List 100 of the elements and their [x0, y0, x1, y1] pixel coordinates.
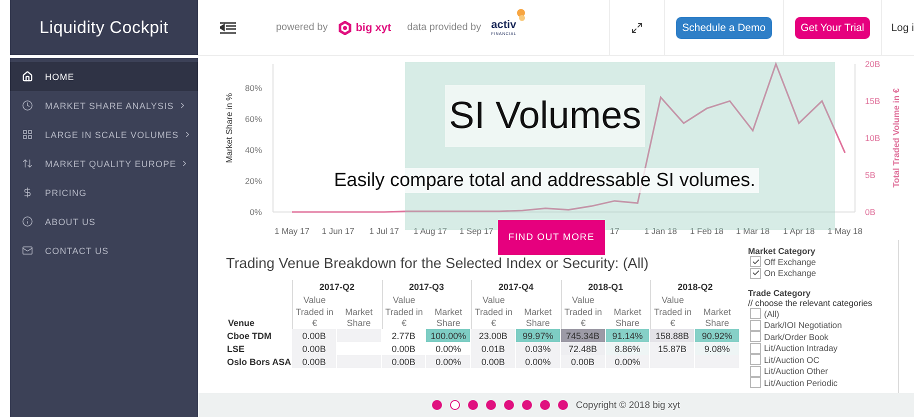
column-header: 2018-Q2: [650, 280, 739, 296]
find-out-more-button[interactable]: FIND OUT MORE: [498, 220, 605, 255]
table-cell: 0.00B: [292, 355, 336, 368]
axis-tick-label: 15B: [865, 96, 880, 106]
axis-title: Market Share in %: [224, 93, 234, 163]
carousel-dot[interactable]: [432, 400, 442, 410]
data-provider-label: data provided by: [407, 22, 482, 33]
axis-tick-label: 1 Apr 18: [783, 226, 815, 236]
axis-tick-label: 60%: [244, 114, 262, 124]
checkbox[interactable]: [750, 320, 761, 331]
column-header: Market Share: [344, 306, 374, 329]
header-button[interactable]: Get Your Trial: [794, 16, 870, 38]
checkbox-label: Lit/Auction Intraday: [764, 343, 838, 354]
sidebar-item[interactable]: LARGE IN SCALE VOLUMES: [10, 120, 198, 149]
table-cell: 0.00B: [560, 355, 605, 368]
checkbox[interactable]: [750, 366, 761, 377]
axis-tick-label: 1 Sep 17: [459, 226, 494, 236]
table-cell: 8.86%: [606, 342, 650, 355]
checkbox[interactable]: [750, 331, 761, 342]
table-cell: 158.88B: [650, 329, 694, 342]
powered-by-label: powered by: [276, 22, 328, 33]
axis-tick-label: 1 Jan 18: [644, 226, 677, 236]
checkbox-label: Lit/Auction Other: [764, 366, 828, 376]
copyright-text: Copyright © 2018 big xyt: [576, 400, 680, 410]
checkbox[interactable]: [750, 354, 761, 366]
checkbox[interactable]: [750, 268, 761, 279]
row-header: LSE: [227, 342, 246, 355]
checkbox[interactable]: [750, 377, 761, 388]
carousel-dot[interactable]: [486, 400, 496, 410]
slide-title: SI Volumes: [445, 85, 646, 147]
provider-logo-icon: [515, 9, 528, 21]
checkbox-label: Lit/Auction OC: [764, 354, 820, 365]
table-cell: 0.00%: [516, 355, 560, 368]
axis-tick-label: 1 Mar 18: [736, 226, 770, 236]
checkbox[interactable]: [750, 308, 761, 320]
axis-tick-label: 1 May 17: [274, 226, 310, 236]
sidebar-item[interactable]: PRICING: [10, 178, 198, 207]
column-header: 2017-Q2: [292, 280, 381, 296]
sidebar-item[interactable]: ABOUT US: [10, 207, 198, 236]
login-link[interactable]: Log i: [891, 22, 914, 34]
axis-tick-label: 80%: [244, 83, 262, 93]
table-cell: 0.00%: [426, 355, 470, 368]
table-cell: 745.34B: [560, 329, 605, 342]
axis-tick-label: 0B: [865, 207, 876, 217]
table-cell: 100.00%: [426, 329, 470, 342]
checkbox[interactable]: [750, 256, 761, 268]
checkbox-label: Dark/IOI Negotiation: [764, 320, 842, 330]
column-header: 2018-Q1: [560, 280, 650, 296]
axis-tick-label: 10B: [865, 133, 880, 143]
column-header: Venue: [227, 316, 256, 329]
column-header: 2017-Q4: [471, 280, 560, 296]
table-cell: 0.03%: [516, 342, 560, 355]
carousel-dot[interactable]: [558, 400, 568, 410]
info-icon: [22, 216, 33, 227]
carousel-dot[interactable]: [450, 400, 460, 410]
axis-tick-label: 1 Aug 17: [413, 226, 448, 236]
clock-icon: [22, 100, 33, 111]
sidebar-item[interactable]: MARKET SHARE ANALYSIS: [10, 91, 198, 120]
sidebar-item[interactable]: MARKET QUALITY EUROPE: [10, 149, 198, 178]
column-header: Market Share: [612, 306, 642, 329]
axis-tick-label: 1 May 18: [828, 226, 862, 236]
sidebar-item[interactable]: HOME: [10, 62, 198, 91]
fullscreen-icon[interactable]: [631, 22, 644, 34]
axis-tick-label: 5B: [865, 170, 876, 180]
filter-title: Trade Category: [748, 288, 812, 298]
table-cell: 15.87B: [650, 342, 694, 355]
checkbox[interactable]: [750, 342, 761, 354]
header-button[interactable]: Schedule a Demo: [676, 16, 772, 38]
menu-collapse-icon[interactable]: [220, 22, 236, 34]
table-title: Trading Venue Breakdown for the Selected Index or Security: (All): [226, 256, 650, 272]
column-header: 2017-Q3: [382, 280, 470, 296]
column-header: Market Share: [523, 306, 553, 329]
carousel-dot[interactable]: [468, 400, 478, 410]
table-cell: 0.00B: [382, 355, 426, 368]
logo-icon: [338, 20, 352, 34]
grid-icon: [22, 129, 33, 140]
envelope-icon: [22, 245, 33, 256]
axis-tick-label: 1 Jul 17: [369, 226, 400, 236]
filter-hint: // choose the relevant categories: [748, 298, 874, 308]
axis-tick-label: 0%: [250, 207, 262, 217]
column-header: Market Share: [434, 306, 464, 329]
axis-title: Total Traded Volume in €: [891, 88, 901, 188]
dollar-icon: [22, 187, 33, 198]
carousel-dot[interactable]: [504, 400, 514, 410]
row-header: Oslo Bors ASA: [227, 356, 292, 368]
table-cell: 0.01B: [471, 342, 516, 355]
axis-tick-label: 20B: [865, 59, 880, 69]
home-icon: [22, 71, 33, 82]
provider-logo-text: activ: [491, 19, 517, 31]
sidebar-item[interactable]: CONTACT US: [10, 236, 198, 265]
checkbox-label: (All): [764, 308, 780, 319]
table-cell: 0.00%: [606, 355, 650, 368]
axis-tick-label: 20%: [244, 176, 262, 186]
table-cell: 23.00B: [471, 329, 516, 342]
brand-logo-text: big xyt: [356, 22, 392, 34]
carousel-dot[interactable]: [522, 400, 532, 410]
carousel-dot[interactable]: [540, 400, 550, 410]
table-cell: 9.08%: [695, 342, 739, 355]
sort-arrows-icon: [22, 158, 33, 169]
checkbox-label: On Exchange: [764, 268, 816, 278]
